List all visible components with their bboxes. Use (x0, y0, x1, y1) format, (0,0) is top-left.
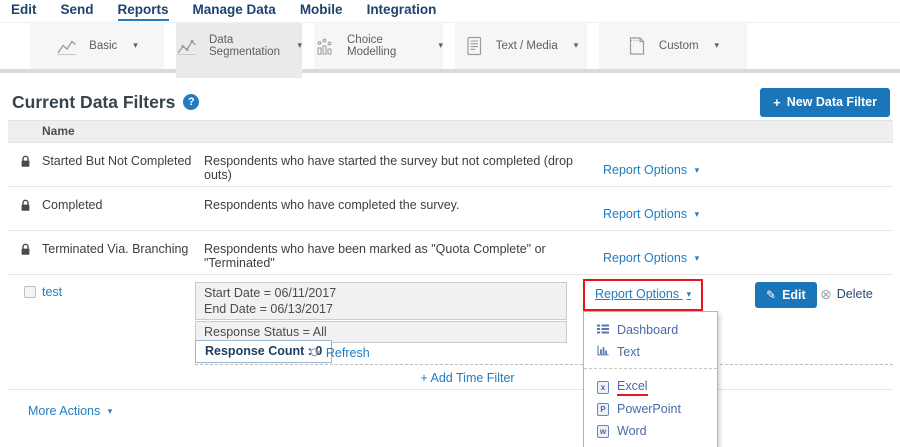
report-tabs: Basic ▾ Data Segmentation ▾ Choice Model… (30, 23, 747, 69)
date-filter-box: Start Date = 06/11/2017 End Date = 06/13… (195, 282, 567, 320)
menu-item-excel[interactable]: x Excel (584, 376, 717, 398)
report-tabbar: Basic ▾ Data Segmentation ▾ Choice Model… (0, 22, 900, 68)
menu-item-word[interactable]: w Word (584, 420, 717, 442)
bars-dots-chart-icon (314, 37, 335, 56)
chevron-down-icon: ▾ (695, 165, 700, 175)
page-folded-corner-icon (627, 36, 647, 56)
menu-item-dashboard[interactable]: Dashboard (584, 319, 717, 341)
chevron-down-icon: ▾ (695, 209, 700, 219)
report-options-link[interactable]: Report Options ▾ (603, 207, 699, 221)
start-date-value: Start Date = 06/11/2017 (204, 285, 558, 301)
filter-description: Respondents who have completed the surve… (204, 187, 603, 230)
refresh-button[interactable]: ⟳ Refresh (310, 345, 370, 361)
edit-button[interactable]: ✎ Edit (755, 282, 817, 308)
table-row: Terminated Via. Branching Respondents wh… (8, 231, 893, 275)
plus-icon: + (420, 371, 427, 385)
chevron-down-icon: ▾ (695, 253, 700, 263)
chevron-down-icon: ▾ (438, 40, 443, 51)
menu-divider (584, 368, 717, 369)
tab-label: Text / Media (496, 40, 558, 52)
chevron-down-icon: ▾ (715, 40, 720, 51)
new-data-filter-label: New Data Filter (787, 95, 877, 109)
nav-integration[interactable]: Integration (367, 2, 437, 19)
line-chart-icon (56, 37, 77, 56)
delete-label: Delete (837, 287, 873, 301)
name-column-header: Name (42, 124, 75, 138)
scatter-line-chart-icon (176, 37, 197, 56)
tab-data-segmentation[interactable]: Data Segmentation ▾ (176, 23, 302, 69)
tab-label: Data Segmentation (209, 34, 281, 58)
refresh-icon: ⟳ (310, 345, 321, 361)
report-options-link[interactable]: Report Options ▾ (603, 163, 699, 177)
table-row: Completed Respondents who have completed… (8, 187, 893, 231)
end-date-value: End Date = 06/13/2017 (204, 301, 558, 317)
tabbar-separator (0, 69, 900, 73)
chevron-down-icon: ▾ (574, 40, 579, 51)
filter-description: Respondents who have started the survey … (204, 143, 603, 186)
bar-chart-icon (597, 343, 609, 361)
chevron-down-icon: ▾ (297, 40, 302, 51)
page-title: Current Data Filters (12, 92, 175, 113)
new-data-filter-button[interactable]: + New Data Filter (760, 88, 890, 117)
lock-icon (20, 155, 31, 186)
more-actions-button[interactable]: More Actions ▾ (28, 404, 112, 418)
table-header: Name (8, 120, 893, 143)
document-lines-icon (464, 36, 484, 56)
menu-item-powerpoint[interactable]: P PowerPoint (584, 398, 717, 420)
lock-icon (20, 243, 31, 274)
tab-basic[interactable]: Basic ▾ (30, 23, 164, 69)
filter-name: Started But Not Completed (42, 143, 204, 186)
report-options-link[interactable]: Report Options ▾ (603, 251, 699, 265)
add-time-filter-label: Add Time Filter (431, 371, 515, 385)
annotation-underline: Excel (617, 379, 648, 396)
tab-text-media[interactable]: Text / Media ▾ (455, 23, 587, 69)
delete-button[interactable]: ⊗ Delete (820, 287, 873, 301)
lock-icon (20, 199, 31, 230)
word-file-icon: w (597, 425, 609, 438)
filter-name: Terminated Via. Branching (42, 231, 204, 274)
plus-icon: + (773, 95, 781, 110)
filter-name-link[interactable]: test (42, 285, 62, 299)
edit-label: Edit (782, 288, 806, 302)
row-checkbox[interactable] (24, 286, 36, 298)
refresh-label: Refresh (326, 346, 370, 360)
tab-label: Custom (659, 40, 699, 52)
tab-label: Basic (89, 40, 117, 52)
tab-choice-modelling[interactable]: Choice Modelling ▾ (314, 23, 443, 69)
table-row-test: test Start Date = 06/11/2017 End Date = … (8, 275, 893, 390)
chevron-down-icon: ▾ (108, 406, 113, 416)
tab-label: Choice Modelling (347, 34, 422, 58)
page-header: Current Data Filters ? + New Data Filter (12, 86, 890, 118)
filter-description: Respondents who have been marked as "Quo… (204, 231, 603, 274)
filter-name: Completed (42, 187, 204, 230)
annotation-highlight-box: Report Options ▾ (583, 279, 703, 311)
nav-mobile[interactable]: Mobile (300, 2, 343, 19)
nav-reports[interactable]: Reports (118, 2, 169, 21)
circle-x-icon: ⊗ (820, 287, 832, 301)
tab-custom[interactable]: Custom ▾ (599, 23, 747, 69)
dashboard-icon (597, 321, 609, 339)
pencil-icon: ✎ (766, 288, 776, 302)
menu-item-text[interactable]: Text (584, 341, 717, 363)
help-icon[interactable]: ? (183, 94, 199, 110)
dashed-divider (195, 364, 893, 365)
report-options-menu: Dashboard Text x Excel P PowerPoint w Wo… (583, 311, 718, 447)
data-filters-table: Name Started But Not Completed Responden… (8, 120, 893, 390)
chevron-down-icon: ▾ (687, 289, 692, 299)
table-row: Started But Not Completed Respondents wh… (8, 143, 893, 187)
nav-send[interactable]: Send (61, 2, 94, 19)
top-menu: Edit Send Reports Manage Data Mobile Int… (0, 0, 900, 21)
chevron-down-icon: ▾ (133, 40, 138, 51)
excel-file-icon: x (597, 381, 609, 394)
powerpoint-file-icon: P (597, 403, 609, 416)
nav-edit[interactable]: Edit (11, 2, 37, 19)
nav-manage-data[interactable]: Manage Data (193, 2, 276, 19)
report-options-link[interactable]: Report Options ▾ (595, 287, 691, 301)
more-actions-label: More Actions (28, 404, 100, 418)
